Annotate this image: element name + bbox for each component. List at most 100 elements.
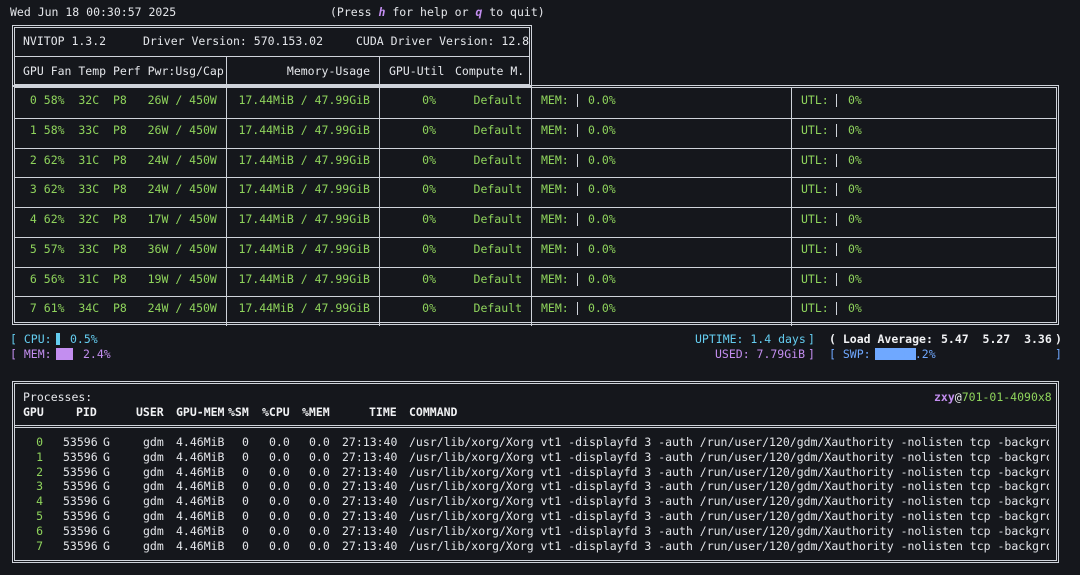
process-gpu-mem: 4.46MiB [176,509,225,523]
process-row[interactable]: 0 53596 Ggdm 4.46MiB 0 0.0 0.0 27:13:40/usr/lib… [0,435,1080,450]
mem-bar-label: MEM: [541,182,569,197]
help-mid: for help or [385,5,476,19]
gpu-column-divider [791,88,792,118]
util-bar-percent: 0% [848,93,862,107]
mem-bar-tick [577,94,578,107]
process-user: gdm [143,449,164,464]
gpu-row[interactable]: 0 58% 32C P8 26W / 450W 17.44MiB / 47.99G… [0,88,1080,118]
mem-bar-tick [577,213,578,226]
help-hint: (Press h for help or q to quit) [330,5,545,20]
gpu-info: 5 57% 33C P8 36W / 450W [23,241,217,256]
process-row[interactable]: 3 53596 Ggdm 4.46MiB 0 0.0 0.0 27:13:40/usr/lib… [0,479,1080,494]
mem-bar-percent: 0.0% [588,212,616,226]
process-pid: 53596 [63,494,98,509]
gpu-row[interactable]: 6 56% 31C P8 19W / 450W 17.44MiB / 47.99G… [0,266,1080,297]
process-type: G [103,509,110,523]
gpu-util: 0% [422,93,436,107]
gpu-column-divider [791,147,792,178]
mem-bar-tick [577,123,578,137]
process-mem: 0.0 [309,523,330,538]
process-pid: 53596 [63,464,98,479]
mem-bar-tick [577,272,578,286]
compute-mode: Default [473,301,522,316]
bracket-open: [ [829,347,836,361]
process-row[interactable]: 1 53596 Ggdm 4.46MiB 0 0.0 0.0 27:13:40/usr/lib… [0,450,1080,465]
gpu-column-divider [226,266,227,297]
process-user: gdm [143,479,164,494]
gpu-column-divider [531,266,532,297]
process-command: /usr/lib/xorg/Xorg vt1 -displayfd 3 -aut… [409,449,1049,464]
mem-bar-percent: 0.0% [588,93,616,107]
gpu-info: 7 61% 34C P8 24W / 450W [23,301,217,316]
process-row[interactable]: 7 53596 Ggdm 4.46MiB 0 0.0 0.0 27:13:40/usr/lib… [0,539,1080,554]
process-row[interactable]: 2 53596 Ggdm 4.46MiB 0 0.0 0.0 27:13:40/usr/lib… [0,465,1080,480]
gpu-row[interactable]: 5 57% 33C P8 36W / 450W 17.44MiB / 47.99G… [0,236,1080,267]
mem-bar-percent: 0.0% [588,122,616,137]
compute-mode: Default [473,271,522,286]
process-row[interactable]: 4 53596 Ggdm 4.46MiB 0 0.0 0.0 27:13:40/usr/lib… [0,494,1080,509]
gpu-info: 6 56% 31C P8 19W / 450W [23,271,217,286]
bracket-close: ] [808,347,815,361]
util-bar-percent: 0% [848,212,862,226]
gpu-column-divider [379,207,380,237]
util-bar-label: UTL: [801,152,829,167]
mem-bar-percent: 0.0% [588,301,616,316]
at-sign: @ [954,390,962,404]
gpu-column-divider [791,266,792,297]
mem-bar-tick [577,242,578,256]
process-time: 27:13:40 [342,538,398,553]
process-gpu-mem: 4.46MiB [176,479,225,494]
process-command: /usr/lib/xorg/Xorg vt1 -displayfd 3 -aut… [409,509,1049,523]
gpu-info: 4 62% 32C P8 17W / 450W [23,212,217,226]
process-command: /usr/lib/xorg/Xorg vt1 -displayfd 3 -aut… [409,479,1049,494]
mem-bar-label: MEM: [541,152,569,167]
cuda-version: CUDA Driver Version: 12.8 [356,34,530,48]
gpu-row[interactable]: 7 61% 34C P8 24W / 450W 17.44MiB / 47.99G… [0,296,1080,326]
cpu-percent: 0.5% [70,332,98,346]
process-gpu-index: 3 [36,479,43,494]
terminal-window: { "clock": "Wed Jun 18 00:30:57 2025", "… [0,0,1080,575]
gpu-row[interactable]: 2 62% 31C P8 24W / 450W 17.44MiB / 47.99G… [0,147,1080,178]
gpu-column-divider [226,296,227,326]
compute-mode: Default [473,212,522,226]
gpu-row[interactable]: 4 62% 32C P8 17W / 450W 17.44MiB / 47.99G… [0,207,1080,237]
process-sm: 0 [242,435,249,449]
gpu-util: 0% [422,301,436,316]
gpu-row[interactable]: 3 62% 33C P8 24W / 450W 17.44MiB / 47.99G… [0,177,1080,207]
gpu-memory-usage: 17.44MiB / 47.99GiB [238,241,370,256]
process-row[interactable]: 6 53596 Ggdm 4.46MiB 0 0.0 0.0 27:13:40/usr/lib… [0,524,1080,539]
process-gpu-mem: 4.46MiB [176,523,225,538]
process-cpu: 0.0 [269,509,290,523]
mem-bar-percent: 0.0% [588,271,616,286]
process-gpu-mem: 4.46MiB [176,435,225,449]
process-user: gdm [143,538,164,553]
gpu-row[interactable]: 1 58% 33C P8 26W / 450W 17.44MiB / 47.99G… [0,117,1080,148]
process-type: G [103,435,110,449]
process-gpu-index: 1 [36,449,43,464]
swp-label: SWP: [842,347,871,361]
gpu-info: 3 62% 33C P8 24W / 450W [23,182,217,197]
gpu-util: 0% [422,182,436,197]
load-values: 5.47 5.27 3.36 [941,332,1052,346]
mem-label: MEM: [23,347,52,361]
process-sm: 0 [242,538,249,553]
mem-bar-tick [577,183,578,197]
process-gpu-index: 5 [36,509,43,523]
process-gpu-index: 2 [36,464,43,479]
process-cpu: 0.0 [269,523,290,538]
process-type: G [103,523,110,538]
process-row[interactable]: 5 53596 Ggdm 4.46MiB 0 0.0 0.0 27:13:40/usr/lib… [0,509,1080,524]
cpu-line: [ CPU: [10,332,52,347]
process-gpu-mem: 4.46MiB [176,464,225,479]
gpu-column-divider [791,236,792,267]
bracket-close: ] [808,332,815,346]
mem-bar-label: MEM: [541,241,569,256]
mem-bar-percent: 0.0% [588,152,616,167]
gpu-column-divider [791,117,792,148]
compute-mode: Default [473,182,522,197]
column-header-pid: PID [76,405,97,419]
process-sm: 0 [242,479,249,494]
mem-bar-label: MEM: [541,301,569,316]
gpu-column-divider [226,88,227,118]
util-bar-label: UTL: [801,212,829,226]
